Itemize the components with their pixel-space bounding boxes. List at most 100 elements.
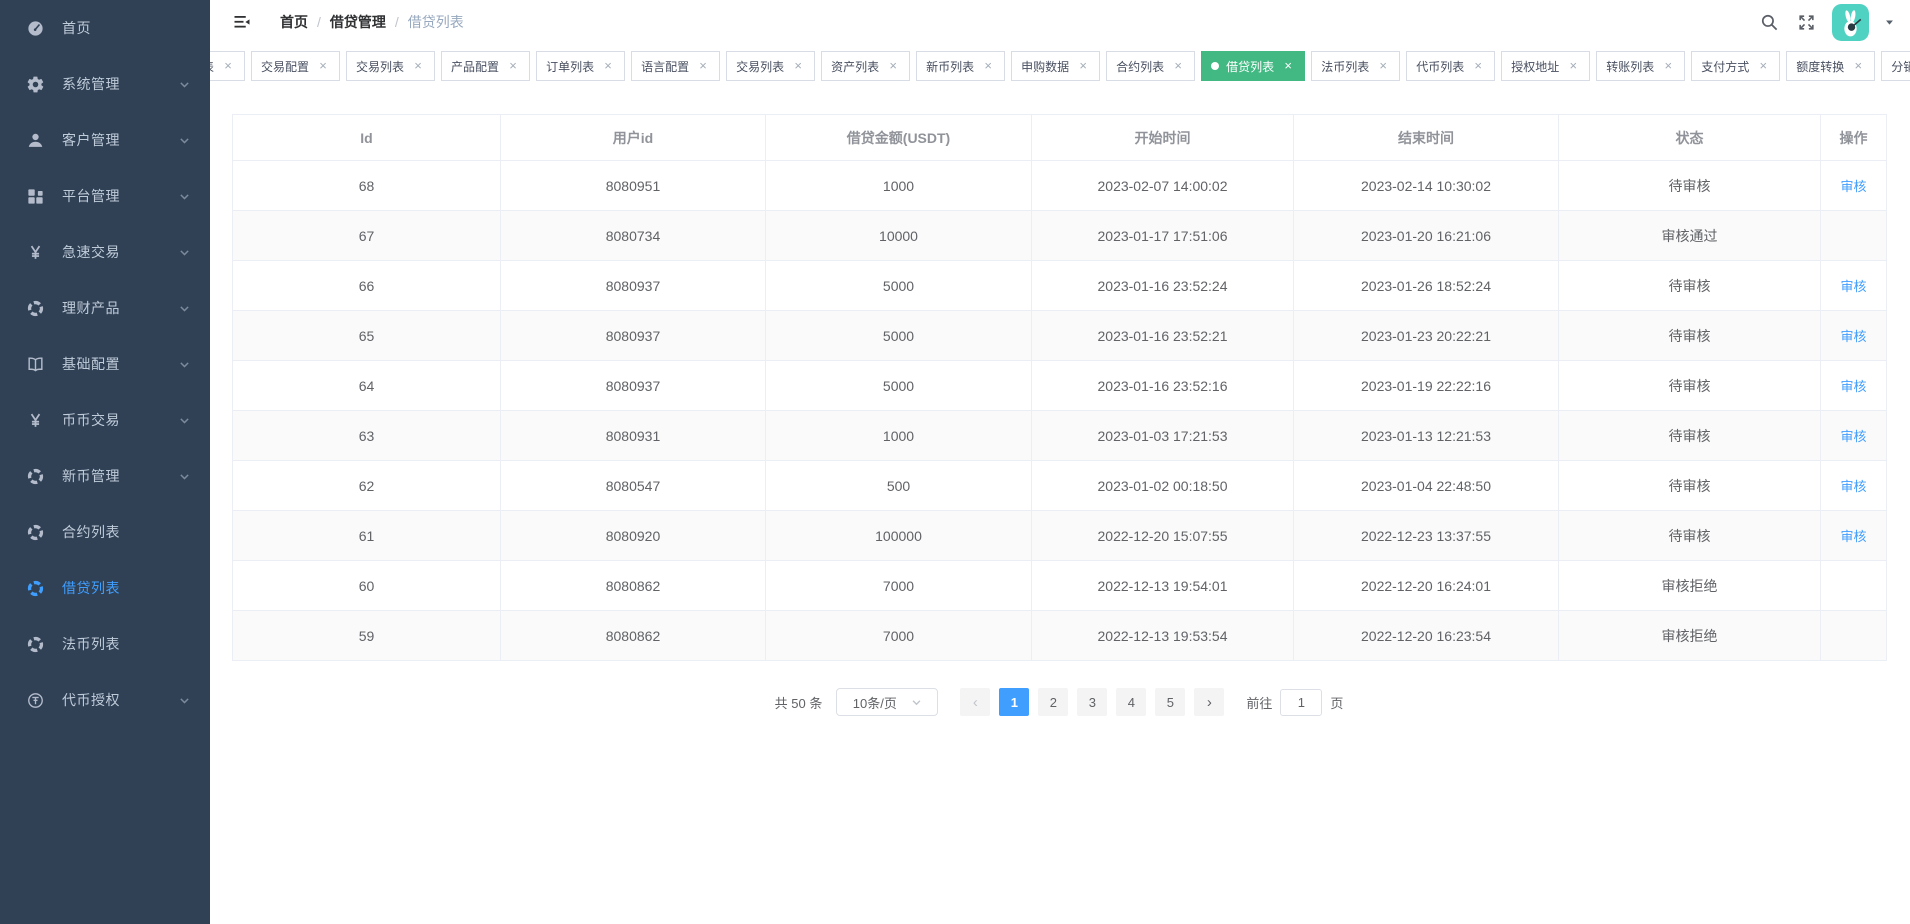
tab-7[interactable]: 资产列表× [821,51,910,81]
close-icon[interactable]: × [221,59,235,73]
tab-3[interactable]: 产品配置× [441,51,530,81]
sidebar-item-1[interactable]: 系统管理 [0,56,210,112]
close-icon[interactable]: × [981,59,995,73]
sidebar-item-0[interactable]: 首页 [0,0,210,56]
tab-5[interactable]: 语言配置× [631,51,720,81]
close-icon[interactable]: × [1566,59,1580,73]
close-icon[interactable]: × [1376,59,1390,73]
hamburger-icon[interactable] [232,12,254,32]
sidebar-item-7[interactable]: 币币交易 [0,392,210,448]
goto-page-input[interactable] [1280,689,1322,716]
column-header: 用户id [501,115,766,161]
sidebar-item-11[interactable]: 法币列表 [0,616,210,672]
page-button-5[interactable]: 5 [1155,688,1185,716]
close-icon[interactable]: × [1281,59,1295,73]
audit-link[interactable]: 审核 [1840,479,1866,494]
tab-4[interactable]: 订单列表× [536,51,625,81]
audit-link[interactable]: 审核 [1840,529,1866,544]
tab-10[interactable]: 合约列表× [1106,51,1195,81]
close-icon[interactable]: × [1851,59,1865,73]
close-icon[interactable]: × [696,59,710,73]
close-icon[interactable]: × [1171,59,1185,73]
tab-16[interactable]: 支付方式× [1691,51,1780,81]
cell-id: 62 [233,461,501,511]
tab-17[interactable]: 额度转换× [1786,51,1875,81]
tab-12[interactable]: 法币列表× [1311,51,1400,81]
cell-status: 待审核 [1559,411,1821,461]
tab-9[interactable]: 申购数据× [1011,51,1100,81]
page-button-3[interactable]: 3 [1077,688,1107,716]
sidebar-item-12[interactable]: 代币授权 [0,672,210,728]
fullscreen-icon[interactable] [1795,11,1817,33]
sidebar-item-10[interactable]: 借贷列表 [0,560,210,616]
prev-page-button[interactable]: ‹ [960,688,990,716]
tab-label: 列表 [210,58,214,75]
search-icon[interactable] [1758,11,1780,33]
sidebar-item-9[interactable]: 合约列表 [0,504,210,560]
sidebar-item-6[interactable]: 基础配置 [0,336,210,392]
tab-14[interactable]: 授权地址 × [1501,51,1590,81]
cell-action: 审核 [1821,361,1887,411]
cell-user_id: 8080937 [501,261,766,311]
cell-amount: 7000 [766,611,1032,661]
cell-amount: 5000 [766,311,1032,361]
active-tab-dot [1211,62,1219,70]
close-icon[interactable]: × [411,59,425,73]
page-button-4[interactable]: 4 [1116,688,1146,716]
cell-user_id: 8080951 [501,161,766,211]
segmented-circle-icon [24,577,46,599]
sidebar-item-4[interactable]: 急速交易 [0,224,210,280]
goto-label: 前往 [1246,693,1272,712]
close-icon[interactable]: × [506,59,520,73]
cell-end_time: 2022-12-20 16:24:01 [1294,561,1559,611]
next-page-button[interactable]: › [1194,688,1224,716]
sidebar-item-3[interactable]: 平台管理 [0,168,210,224]
cell-end_time: 2023-01-20 16:21:06 [1294,211,1559,261]
cell-id: 64 [233,361,501,411]
tab-6[interactable]: 交易列表× [726,51,815,81]
tab-13[interactable]: 代币列表× [1406,51,1495,81]
segmented-circle-icon [24,465,46,487]
tab-0[interactable]: 列表 × [210,51,245,81]
yen-icon [24,241,46,263]
tab-18[interactable]: 分销管理× [1881,51,1910,81]
cell-amount: 7000 [766,561,1032,611]
sidebar-item-8[interactable]: 新币管理 [0,448,210,504]
tab-label: 授权地址 [1511,58,1559,75]
close-icon[interactable]: × [1661,59,1675,73]
audit-link[interactable]: 审核 [1840,329,1866,344]
caret-down-icon[interactable] [1884,16,1896,28]
audit-link[interactable]: 审核 [1840,429,1866,444]
sidebar-item-2[interactable]: 客户管理 [0,112,210,168]
chevron-down-icon [178,77,192,91]
tab-8[interactable]: 新币列表× [916,51,1005,81]
tab-15[interactable]: 转账列表× [1596,51,1685,81]
tab-1[interactable]: 交易配置× [251,51,340,81]
audit-link[interactable]: 审核 [1840,379,1866,394]
avatar[interactable] [1832,4,1869,41]
cell-status: 待审核 [1559,511,1821,561]
audit-link[interactable]: 审核 [1840,279,1866,294]
cell-end_time: 2023-01-26 18:52:24 [1294,261,1559,311]
close-icon[interactable]: × [1076,59,1090,73]
breadcrumb-home[interactable]: 首页 [280,12,308,32]
breadcrumb-section[interactable]: 借贷管理 [330,12,386,32]
close-icon[interactable]: × [316,59,330,73]
page-size-select[interactable]: 10条/页 [836,688,938,716]
close-icon[interactable]: × [886,59,900,73]
close-icon[interactable]: × [1756,59,1770,73]
close-icon[interactable]: × [601,59,615,73]
cell-status: 审核通过 [1559,211,1821,261]
tab-2[interactable]: 交易列表× [346,51,435,81]
page-button-2[interactable]: 2 [1038,688,1068,716]
sidebar-menu: 首页系统管理客户管理平台管理急速交易理财产品基础配置币币交易新币管理合约列表借贷… [0,0,210,728]
breadcrumb-separator: / [395,14,399,30]
sidebar-item-5[interactable]: 理财产品 [0,280,210,336]
column-header: 借贷金额(USDT) [766,115,1032,161]
page-button-1[interactable]: 1 [999,688,1029,716]
close-icon[interactable]: × [1471,59,1485,73]
tab-11[interactable]: 借贷列表× [1201,51,1305,81]
close-icon[interactable]: × [791,59,805,73]
audit-link[interactable]: 审核 [1840,179,1866,194]
chevron-down-icon [178,357,192,371]
